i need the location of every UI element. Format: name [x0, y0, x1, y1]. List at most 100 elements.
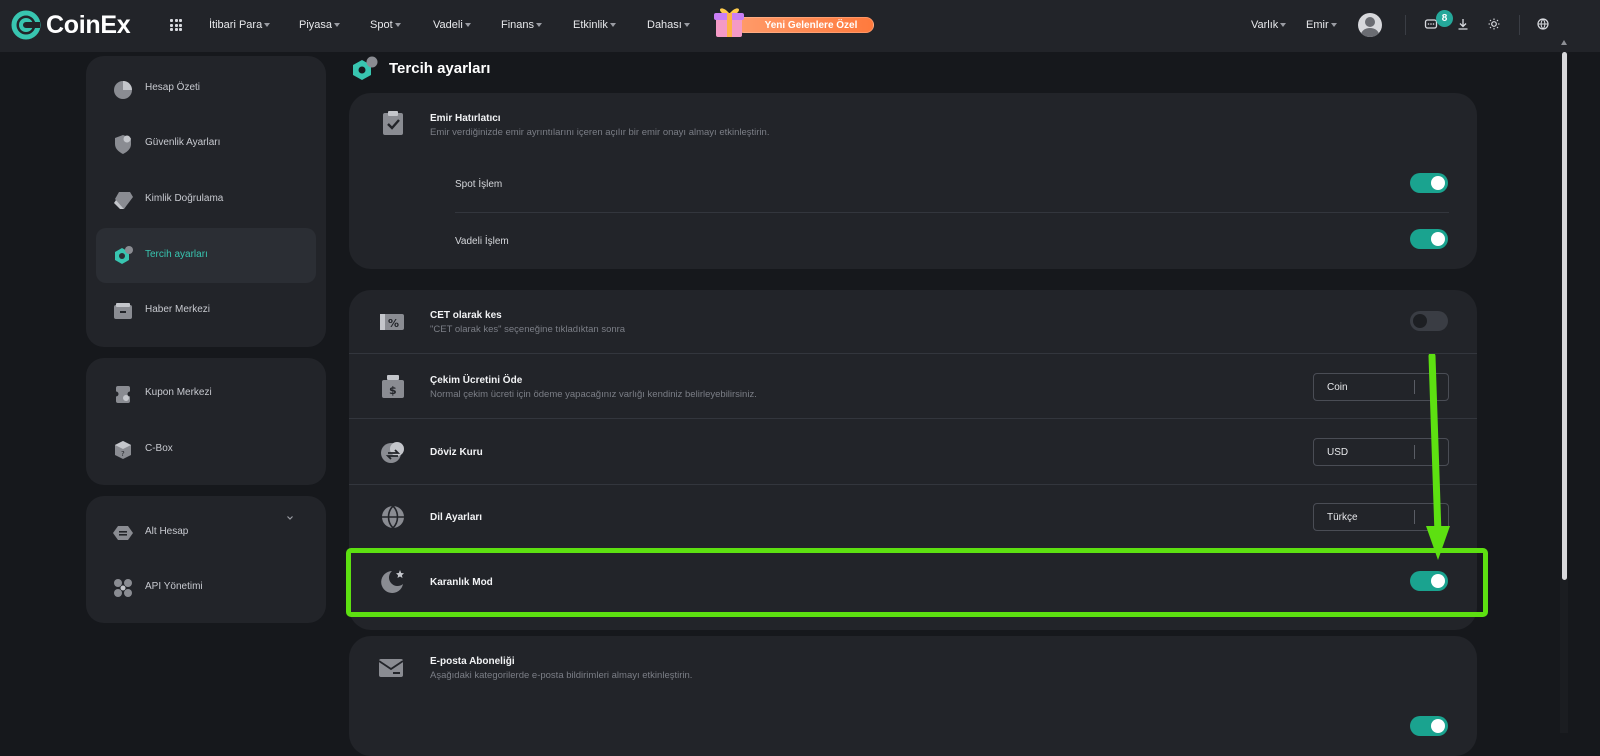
clipboard-check-icon — [383, 111, 403, 135]
nav-assets-label: Varlık — [1251, 19, 1279, 31]
coinex-logo-icon — [11, 10, 41, 40]
nav-fiat[interactable]: İtibari Para — [209, 19, 271, 31]
sidebar-item-preferences[interactable]: Tercih ayarları — [96, 228, 316, 283]
spot-trading-label: Spot İşlem — [455, 179, 503, 190]
coinex-logo[interactable]: CoinEx — [10, 9, 131, 41]
chevron-down-icon — [536, 23, 543, 28]
nav-market[interactable]: Piyasa — [299, 19, 341, 31]
language-value: Türkçe — [1327, 512, 1358, 523]
nav-fiat-label: İtibari Para — [209, 19, 263, 31]
cet-deduct-toggle[interactable] — [1410, 311, 1448, 331]
sidebar-item-account-overview[interactable]: Hesap Özeti — [96, 61, 316, 116]
sidebar-item-cbox[interactable]: ? C-Box — [96, 422, 316, 477]
spot-trading-toggle[interactable] — [1410, 173, 1448, 193]
nav-events-label: Etkinlik — [573, 19, 608, 31]
mail-icon — [378, 659, 404, 677]
sidebar-item-label: Hesap Özeti — [145, 82, 201, 93]
nav-futures[interactable]: Vadeli — [433, 19, 471, 31]
chevron-down-icon — [609, 23, 616, 28]
theme-sun-icon[interactable] — [1487, 17, 1501, 31]
globe-icon — [382, 505, 404, 529]
logo-text: CoinEx — [46, 10, 131, 39]
divider — [1519, 15, 1520, 35]
divider — [349, 418, 1477, 419]
annotation-highlight-box — [346, 548, 1488, 617]
toggle-knob — [1431, 719, 1445, 733]
nav-spot-label: Spot — [370, 19, 393, 31]
user-avatar[interactable] — [1358, 13, 1382, 37]
shield-icon — [115, 135, 131, 154]
futures-trading-toggle[interactable] — [1410, 229, 1448, 249]
select-divider — [1414, 380, 1415, 394]
svg-text:%: % — [388, 317, 399, 330]
sidebar-item-sub-account[interactable]: Alt Hesap — [96, 505, 316, 560]
nav-more[interactable]: Dahası — [647, 19, 690, 31]
futures-trading-label: Vadeli İşlem — [455, 236, 509, 247]
globe-icon[interactable] — [1536, 17, 1550, 31]
sub-account-icon — [113, 526, 133, 540]
divider — [455, 212, 1449, 213]
email-subscription-desc: Aşağıdaki kategorilerde e-posta bildirim… — [430, 670, 693, 681]
toggle-knob — [1413, 314, 1427, 328]
chevron-down-icon — [394, 23, 401, 28]
nav-assets[interactable]: Varlık — [1251, 19, 1287, 31]
select-divider — [1414, 510, 1415, 524]
id-diamond-icon — [114, 192, 133, 209]
nav-events[interactable]: Etkinlik — [573, 19, 616, 31]
toggle-knob — [1431, 232, 1445, 246]
money-bag-icon: $ — [382, 375, 404, 398]
email-subscription-toggle[interactable] — [1410, 716, 1448, 736]
order-reminder-card: Emir Hatırlatıcı Emir verdiğinizde emir … — [349, 93, 1477, 269]
promo-label: Yeni Gelenlere Özel — [736, 17, 874, 33]
api-icon — [114, 579, 132, 597]
sidebar-item-label: Kupon Merkezi — [145, 387, 212, 398]
apps-grid-icon[interactable] — [170, 19, 182, 31]
sidebar-item-label: API Yönetimi — [145, 581, 203, 592]
sidebar-item-label: Kimlik Doğrulama — [145, 193, 224, 204]
chevron-down-icon — [464, 23, 471, 28]
pie-chart-icon — [114, 81, 132, 99]
top-navbar: CoinEx İtibari Para Piyasa Spot Vadeli F… — [0, 0, 1600, 52]
nav-spot[interactable]: Spot — [370, 19, 401, 31]
cet-deduct-desc: "CET olarak kes" seçeneğine tıkladıktan … — [430, 324, 626, 335]
nav-futures-label: Vadeli — [433, 19, 463, 31]
sidebar-item-api-management[interactable]: API Yönetimi — [96, 560, 316, 615]
sidebar-item-label: Tercih ayarları — [145, 249, 208, 260]
sidebar-item-coupon-center[interactable]: Kupon Merkezi — [96, 366, 316, 421]
order-reminder-title: Emir Hatırlatıcı — [430, 113, 501, 124]
sidebar-item-news-center[interactable]: Haber Merkezi — [96, 283, 316, 338]
nav-orders-label: Emir — [1306, 19, 1329, 31]
sidebar-item-label: C-Box — [145, 443, 173, 454]
sidebar-item-security[interactable]: Güvenlik Ayarları — [96, 116, 316, 171]
sidebar-item-label: Güvenlik Ayarları — [145, 137, 221, 148]
exchange-rate-title: Döviz Kuru — [430, 447, 483, 458]
discount-ticket-icon: % — [380, 314, 404, 330]
withdraw-fee-desc: Normal çekim ücreti için ödeme yapacağın… — [430, 389, 757, 400]
sidebar-item-label: Haber Merkezi — [145, 304, 211, 315]
coupon-icon — [113, 386, 133, 403]
cet-deduct-title: CET olarak kes — [430, 310, 502, 321]
nav-market-label: Piyasa — [299, 19, 333, 31]
nav-more-label: Dahası — [647, 19, 682, 31]
nav-orders[interactable]: Emir — [1306, 19, 1337, 31]
scrollbar-thumb[interactable] — [1562, 52, 1567, 580]
svg-text:$: $ — [389, 384, 397, 397]
withdraw-fee-title: Çekim Ücretini Öde — [430, 375, 523, 386]
chevron-down-icon — [334, 23, 341, 28]
settings-hex-icon — [115, 246, 133, 264]
select-divider — [1414, 445, 1415, 459]
toggle-knob — [1431, 176, 1445, 190]
scroll-up-arrow-icon[interactable] — [1561, 40, 1567, 45]
email-subscription-title: E-posta Aboneliği — [430, 656, 515, 667]
language-title: Dil Ayarları — [430, 512, 483, 523]
divider — [349, 353, 1477, 354]
chevron-down-icon[interactable] — [286, 514, 294, 522]
exchange-rate-value: USD — [1327, 447, 1349, 458]
gift-box-icon: ? — [115, 441, 131, 459]
sidebar-item-label: Alt Hesap — [145, 526, 189, 537]
download-icon[interactable] — [1456, 17, 1470, 31]
notification-badge: 8 — [1436, 10, 1453, 27]
sidebar-item-identity[interactable]: Kimlik Doğrulama — [96, 172, 316, 227]
nav-finance[interactable]: Finans — [501, 19, 543, 31]
withdraw-fee-value: Coin — [1327, 382, 1348, 393]
